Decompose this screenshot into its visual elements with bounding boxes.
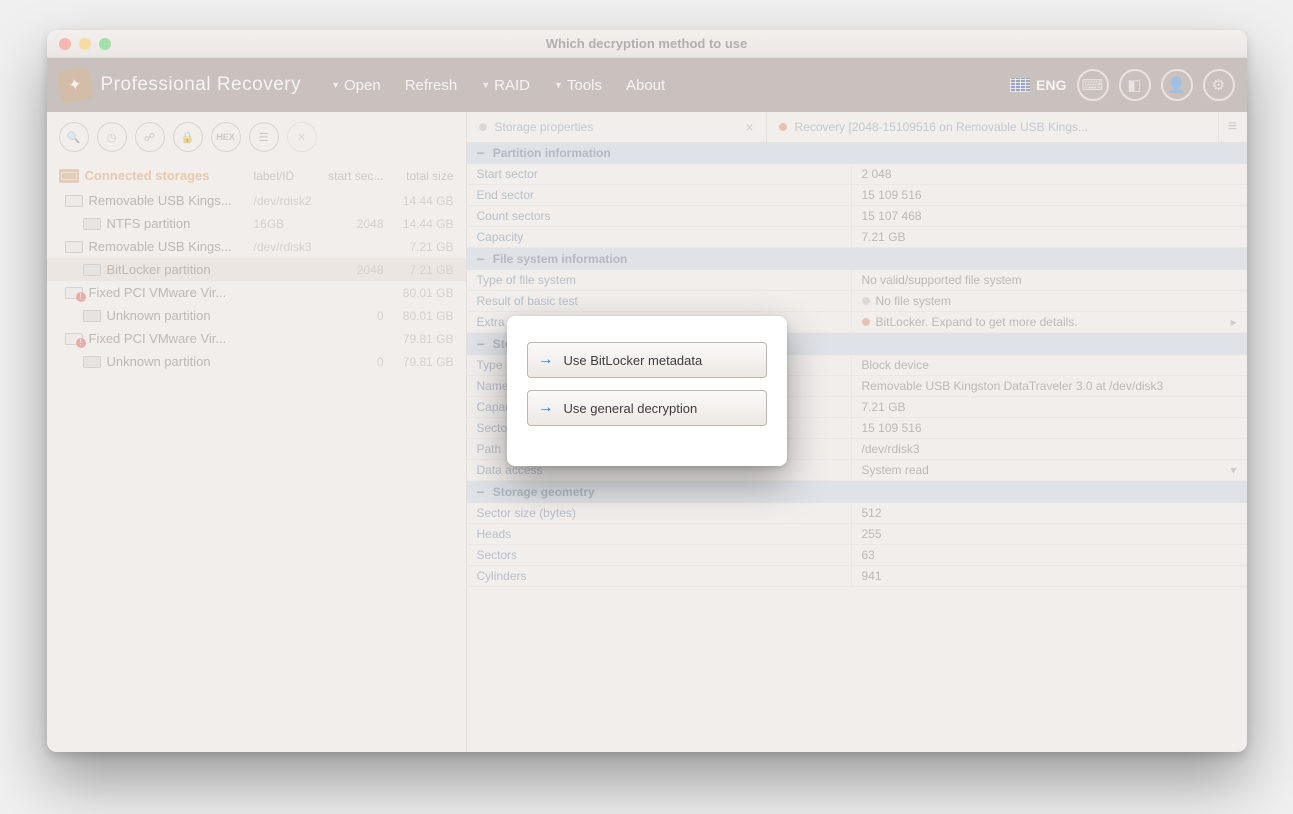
language-selector[interactable]: ENG bbox=[1010, 77, 1066, 93]
storage-partition-row[interactable]: Unknown partition080.01 GB bbox=[47, 304, 466, 327]
sidebar: 🔍 ◷ ☍ 🔒 HEX ☰ ✕ Connected storages label… bbox=[47, 112, 467, 752]
arrow-right-icon: → bbox=[538, 351, 554, 369]
app-logo: ✦ Professional Recovery bbox=[59, 69, 302, 101]
storage-drive-row[interactable]: Fixed PCI VMware Vir...79.81 GB bbox=[47, 327, 466, 350]
search-icon[interactable]: 🔍 bbox=[59, 122, 89, 152]
menubar: ✦ Professional Recovery ▼Open Refresh ▼R… bbox=[47, 58, 1247, 112]
tab-dot-icon bbox=[779, 123, 787, 131]
lock-icon[interactable]: 🔒 bbox=[173, 122, 203, 152]
partition-icon bbox=[83, 264, 101, 276]
storage-partition-row[interactable]: BitLocker partition20487.21 GB bbox=[47, 258, 466, 281]
status-dot-icon bbox=[862, 318, 870, 326]
section-filesystem[interactable]: −File system information bbox=[467, 248, 1247, 270]
drive-icon bbox=[65, 287, 83, 299]
settings-icon[interactable]: ⚙ bbox=[1203, 69, 1235, 101]
chevron-down-icon: ▾ bbox=[1230, 463, 1236, 477]
close-window-icon[interactable] bbox=[59, 38, 71, 50]
storage-drive-row[interactable]: Fixed PCI VMware Vir...80.01 GB bbox=[47, 281, 466, 304]
list-icon[interactable]: ☰ bbox=[249, 122, 279, 152]
tab-recovery[interactable]: Recovery [2048-15109516 on Removable USB… bbox=[767, 112, 1219, 142]
close-tab-icon[interactable]: × bbox=[745, 119, 753, 135]
use-bitlocker-metadata-button[interactable]: → Use BitLocker metadata bbox=[527, 342, 767, 378]
section-geometry[interactable]: −Storage geometry bbox=[467, 481, 1247, 503]
storage-partition-row[interactable]: NTFS partition16GB204814.44 GB bbox=[47, 212, 466, 235]
use-general-decryption-button[interactable]: → Use general decryption bbox=[527, 390, 767, 426]
titlebar: Which decryption method to use bbox=[47, 30, 1247, 58]
minimize-window-icon[interactable] bbox=[79, 38, 91, 50]
menu-open[interactable]: ▼Open bbox=[321, 71, 391, 100]
menu-about[interactable]: About bbox=[616, 71, 675, 100]
drive-icon bbox=[65, 333, 83, 345]
hex-icon[interactable]: HEX bbox=[211, 122, 241, 152]
arrow-right-icon: → bbox=[538, 399, 554, 417]
menu-tools[interactable]: ▼Tools bbox=[544, 71, 612, 100]
tabs-menu-icon[interactable]: ≡ bbox=[1219, 112, 1247, 142]
drive-icon bbox=[65, 241, 83, 253]
tab-storage-properties[interactable]: Storage properties × bbox=[467, 112, 767, 142]
tabs: Storage properties × Recovery [2048-1510… bbox=[467, 112, 1247, 142]
storage-drive-row[interactable]: Removable USB Kings.../dev/rdisk214.44 G… bbox=[47, 189, 466, 212]
decryption-method-dialog: → Use BitLocker metadata → Use general d… bbox=[507, 316, 787, 466]
app-name: Professional Recovery bbox=[101, 74, 302, 96]
storage-header-icon bbox=[59, 169, 79, 183]
cancel-icon[interactable]: ✕ bbox=[287, 122, 317, 152]
save-scan-icon[interactable]: ☍ bbox=[135, 122, 165, 152]
window-controls bbox=[47, 38, 111, 50]
storage-list-header: Connected storages label/ID start sec...… bbox=[47, 162, 466, 189]
storage-tree: Removable USB Kings.../dev/rdisk214.44 G… bbox=[47, 189, 466, 752]
menu-raid[interactable]: ▼RAID bbox=[471, 71, 540, 100]
flag-icon bbox=[1010, 78, 1030, 92]
partition-icon bbox=[83, 218, 101, 230]
panel-icon[interactable]: ◧ bbox=[1119, 69, 1151, 101]
tab-dot-icon bbox=[479, 123, 487, 131]
partition-icon bbox=[83, 310, 101, 322]
scan-icon[interactable]: ◷ bbox=[97, 122, 127, 152]
data-access-row[interactable]: System read▾ bbox=[852, 460, 1247, 480]
user-icon[interactable]: 👤 bbox=[1161, 69, 1193, 101]
chevron-right-icon: ▸ bbox=[1230, 315, 1236, 329]
maximize-window-icon[interactable] bbox=[99, 38, 111, 50]
menu-refresh[interactable]: Refresh bbox=[395, 71, 468, 100]
app-logo-icon: ✦ bbox=[56, 66, 93, 103]
partition-icon bbox=[83, 356, 101, 368]
extra-results-row[interactable]: BitLocker. Expand to get more details.▸ bbox=[852, 312, 1247, 332]
keyboard-icon[interactable]: ⌨ bbox=[1077, 69, 1109, 101]
storage-partition-row[interactable]: Unknown partition079.81 GB bbox=[47, 350, 466, 373]
section-partition[interactable]: −Partition information bbox=[467, 142, 1247, 164]
app-window: Which decryption method to use ✦ Profess… bbox=[47, 30, 1247, 752]
drive-icon bbox=[65, 195, 83, 207]
window-title: Which decryption method to use bbox=[47, 36, 1247, 51]
storage-drive-row[interactable]: Removable USB Kings.../dev/rdisk37.21 GB bbox=[47, 235, 466, 258]
status-dot-icon bbox=[862, 297, 870, 305]
sidebar-toolbar: 🔍 ◷ ☍ 🔒 HEX ☰ ✕ bbox=[47, 112, 466, 162]
